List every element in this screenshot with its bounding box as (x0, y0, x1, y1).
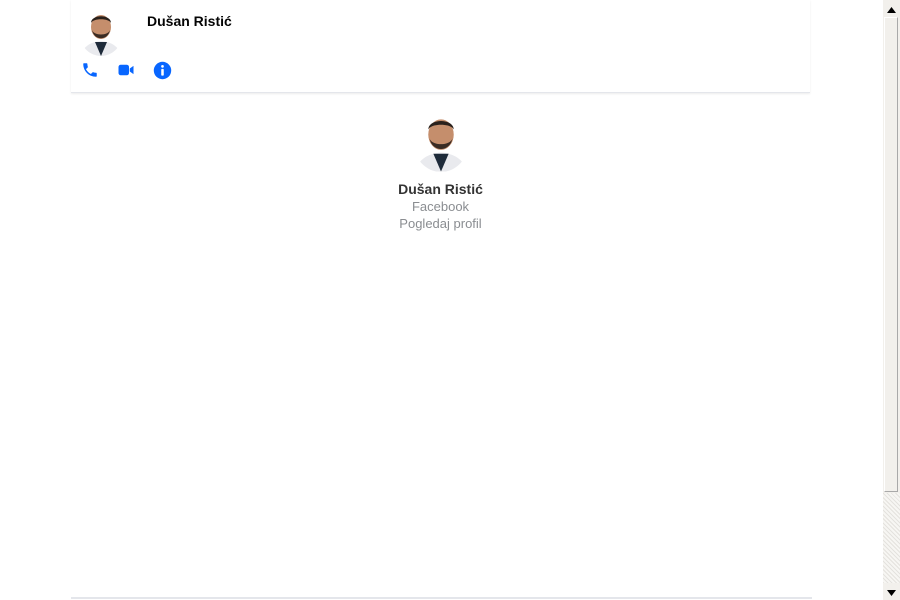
arrow-down-icon (887, 583, 896, 600)
arrow-up-icon (887, 0, 896, 18)
profile-avatar[interactable] (412, 110, 469, 172)
contact-name[interactable]: Dušan Ristić (147, 13, 232, 29)
header-actions (81, 60, 189, 80)
scrollbar-track[interactable] (883, 493, 900, 583)
composer-divider (71, 597, 812, 599)
avatar-photo-icon (79, 8, 123, 56)
profile-source: Facebook (411, 199, 470, 214)
profile-photo-icon (412, 110, 469, 172)
view-profile-link[interactable]: Pogledaj profil (399, 215, 481, 232)
vertical-scrollbar[interactable] (883, 0, 900, 600)
phone-icon (81, 61, 99, 79)
avatar[interactable] (79, 8, 123, 56)
chat-panel: Dušan Ristić Dušan Ristić Facebook Pogle… (71, 0, 812, 600)
chat-header: Dušan Ristić (71, 0, 810, 93)
voice-call-button[interactable] (81, 61, 99, 79)
profile-name: Dušan Ristić (398, 181, 483, 197)
messenger-window: Dušan Ristić Dušan Ristić Facebook Pogle… (0, 0, 900, 600)
profile-card: Dušan Ristić Facebook Pogledaj profil (71, 110, 810, 233)
conversation-info-button[interactable] (153, 61, 171, 79)
scroll-up-button[interactable] (883, 0, 900, 17)
info-icon (153, 61, 172, 80)
scrollbar-thumb[interactable] (884, 17, 898, 492)
video-camera-icon (117, 61, 135, 79)
video-call-button[interactable] (117, 61, 135, 79)
scroll-down-button[interactable] (883, 583, 900, 600)
